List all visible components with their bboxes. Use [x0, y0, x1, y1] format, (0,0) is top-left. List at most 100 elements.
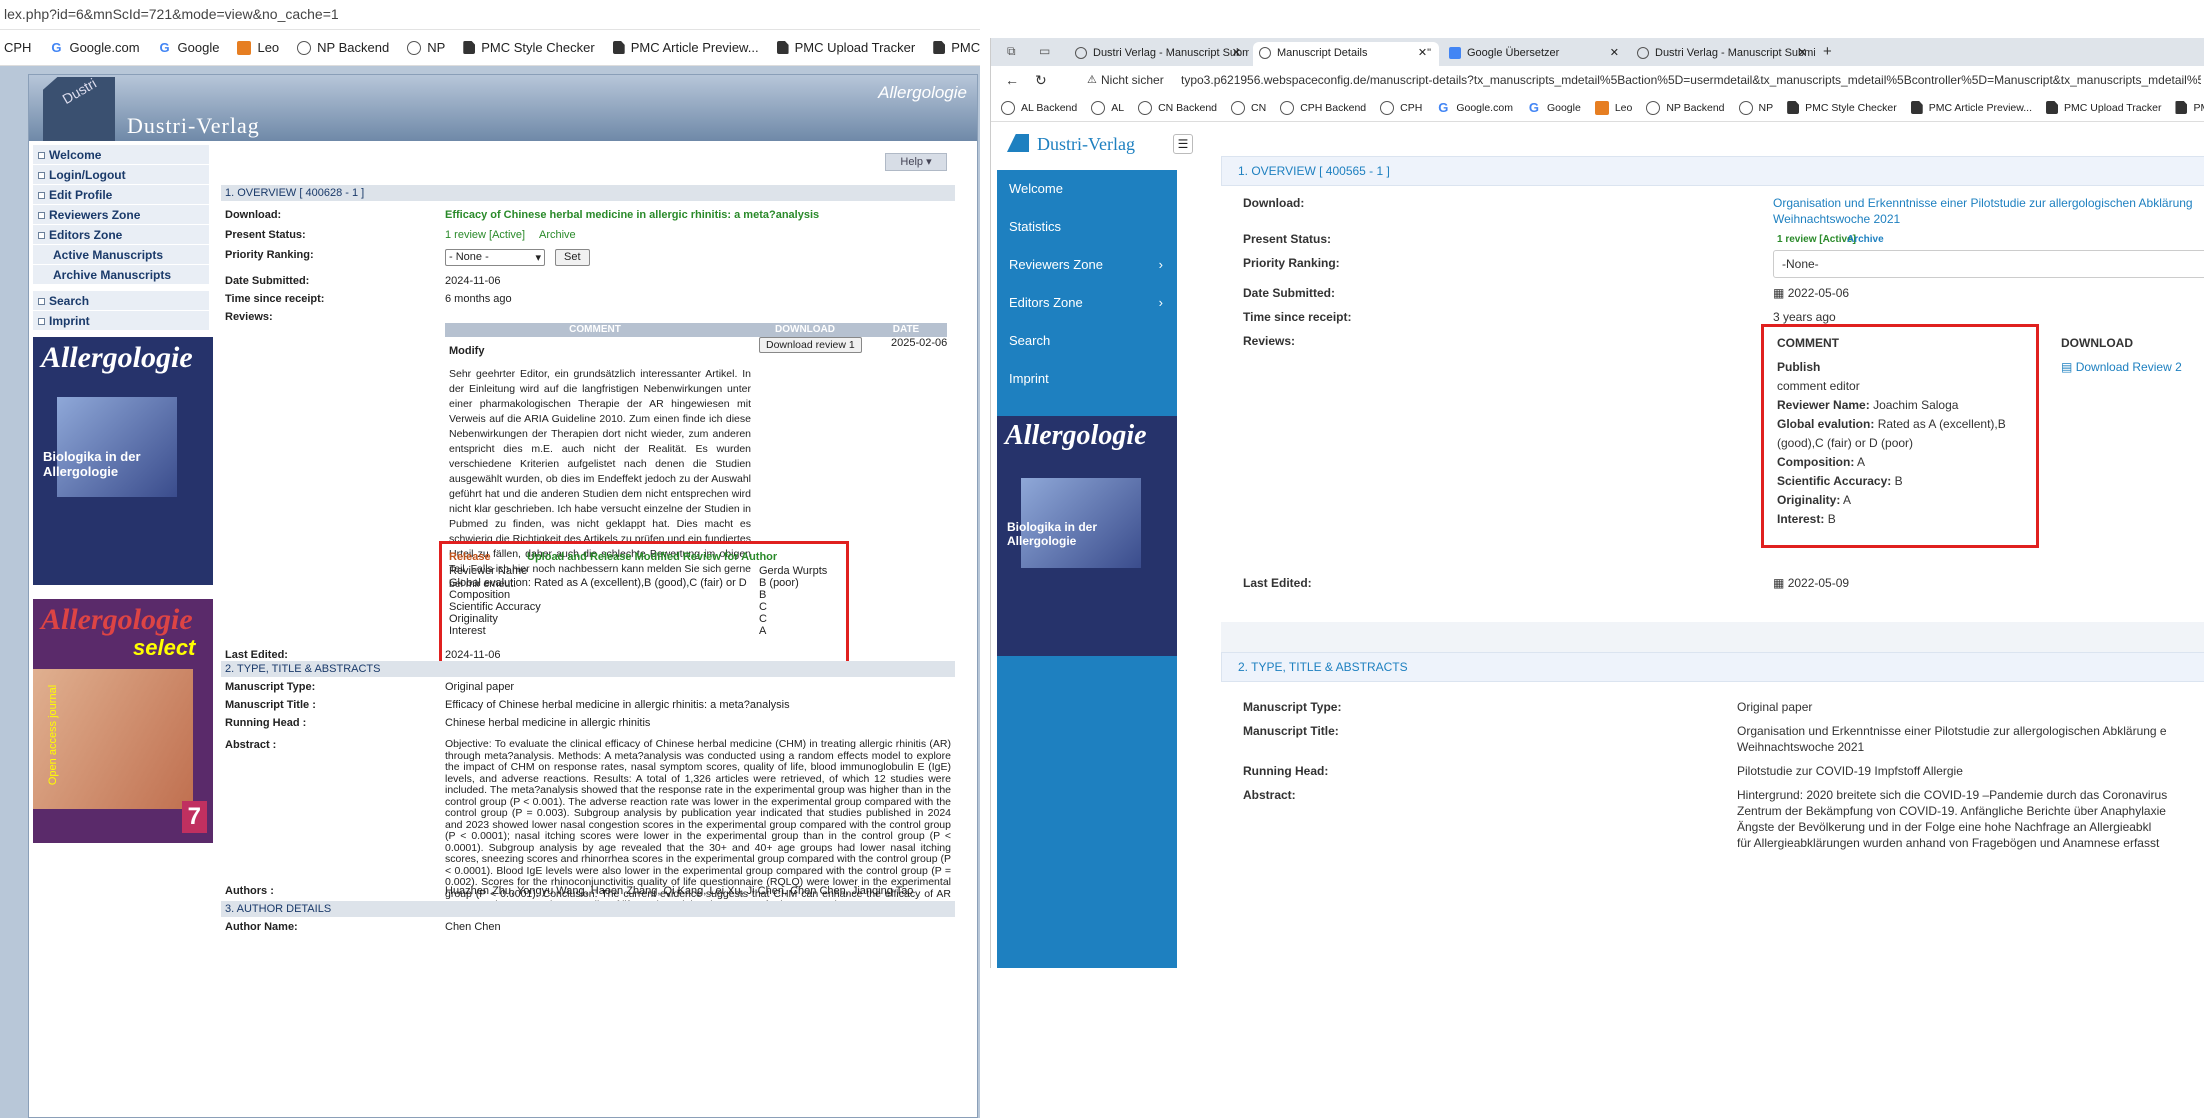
close-icon[interactable]: ✕: [1798, 42, 1807, 64]
bookmark-pmc-article[interactable]: PMC Article Preview...: [612, 40, 759, 55]
bookmark-leo[interactable]: Leo: [237, 40, 279, 55]
manuscript-download-link-2[interactable]: Weihnachtswoche 2021: [1773, 212, 1900, 226]
last-edited-label: Last Edited:: [1243, 576, 1312, 590]
abstract-line-4: für Allergieabklärungen wurden anhand vo…: [1737, 836, 2160, 850]
back-arrow-icon[interactable]: ←: [1005, 72, 1019, 88]
menu-toggle-icon[interactable]: ☰: [1173, 134, 1193, 154]
nav-imprint[interactable]: Imprint: [33, 311, 209, 331]
overview-panel: Download: Organisation und Erkenntnisse …: [1221, 186, 2204, 562]
status-archive-link[interactable]: Archive: [1847, 234, 1884, 245]
nav-welcome[interactable]: Welcome: [33, 145, 209, 165]
tab-actions-icon[interactable]: ⧉: [1007, 44, 1016, 59]
tab-google-translate[interactable]: Google Übersetzer ✕: [1443, 42, 1627, 66]
tab-dustri-1[interactable]: Dustri Verlag - Manuscript Submi... ✕: [1069, 42, 1249, 66]
running-head-value: Pilotstudie zur COVID-19 Impfstoff Aller…: [1737, 764, 1963, 778]
reviewer-name: Reviewer Name: Joachim Saloga: [1777, 398, 1959, 412]
not-secure-label[interactable]: Nicht sicher: [1101, 73, 1164, 87]
reload-icon[interactable]: ↻: [1035, 72, 1047, 89]
address-bar[interactable]: typo3.p621956.webspaceconfig.de/manuscri…: [1181, 73, 2201, 87]
status-active-link[interactable]: 1 review [Active]: [445, 229, 525, 241]
upload-release-link[interactable]: Upload and Release Modified Review for A…: [527, 551, 777, 563]
bookmark-cph[interactable]: CPH: [1380, 100, 1422, 115]
brand-name[interactable]: Dustri-Verlag: [1037, 134, 1135, 155]
eval-interest-label: Interest: [449, 625, 486, 637]
priority-select[interactable]: - None - ▾: [445, 249, 545, 266]
release-link[interactable]: Release: [449, 551, 491, 563]
close-icon[interactable]: ✕": [1418, 42, 1431, 64]
bookmark-pmc-style[interactable]: PMC Style Checker: [1787, 101, 1897, 114]
journal-cover-allergologie-select[interactable]: Allergologie select Open access journal …: [33, 599, 213, 843]
bookmark-google-com[interactable]: G Google.com: [49, 40, 139, 55]
bookmark-pmc-publisher[interactable]: PMC Publisher P: [933, 40, 980, 55]
download-review-button[interactable]: Download review 1: [759, 337, 862, 353]
tab-search-icon[interactable]: ▭: [1039, 44, 1050, 58]
close-icon[interactable]: ✕: [1232, 42, 1241, 64]
sidebar-item-statistics[interactable]: Statistics: [997, 208, 1177, 246]
sidebar-item-welcome[interactable]: Welcome: [997, 170, 1177, 208]
time-since-value: 3 years ago: [1773, 310, 1836, 324]
nav-search[interactable]: Search: [33, 291, 209, 311]
nav-editors-zone[interactable]: Editors Zone: [33, 225, 209, 245]
tab-manuscript-details[interactable]: Manuscript Details ✕": [1253, 42, 1439, 66]
bookmark-al[interactable]: AL: [1091, 100, 1124, 115]
journal-cover-allergologie[interactable]: Allergologie Biologika in der Allergolog…: [33, 337, 213, 585]
manuscript-title-label: Manuscript Title:: [1243, 724, 1339, 738]
bookmark-al-backend[interactable]: AL Backend: [1001, 100, 1077, 115]
tab-dustri-2[interactable]: Dustri Verlag - Manuscript Submi... ✕: [1631, 42, 1815, 66]
cover-image: [57, 397, 177, 497]
manuscript-type-label: Manuscript Type:: [225, 681, 316, 693]
nav-archive-manuscripts[interactable]: Archive Manuscripts: [33, 265, 209, 285]
file-icon: ▤: [2061, 360, 2073, 374]
download-review-link[interactable]: ▤ Download Review 2: [2061, 360, 2182, 374]
nav-login-logout[interactable]: Login/Logout: [33, 165, 209, 185]
bookmark-cn[interactable]: CN: [1231, 100, 1266, 115]
author-name-label: Author Name:: [225, 921, 298, 933]
bookmark-np[interactable]: NP: [407, 40, 445, 55]
bookmarks-bar: AL Backend AL CN Backend CN CPH Backend …: [991, 94, 2204, 122]
manuscript-type-value: Original paper: [1737, 700, 1813, 714]
nav-reviewers-zone[interactable]: Reviewers Zone: [33, 205, 209, 225]
date-submitted-label: Date Submitted:: [225, 275, 310, 287]
bookmark-cn-backend[interactable]: CN Backend: [1138, 100, 1217, 115]
sidebar-item-reviewers-zone[interactable]: Reviewers Zone ›: [997, 246, 1177, 284]
cover-title: Allergologie: [1005, 420, 1147, 451]
bookmark-pmc-upload[interactable]: PMC Upload Tracker: [2046, 101, 2161, 114]
dustri-logo-icon[interactable]: [1007, 134, 1029, 152]
status-active-link[interactable]: 1 review [Active]: [1777, 234, 1856, 245]
journal-cover[interactable]: Allergologie Biologika in der Allergolog…: [997, 416, 1177, 656]
sidebar-item-search[interactable]: Search: [997, 322, 1177, 360]
nav-active-manuscripts[interactable]: Active Manuscripts: [33, 245, 209, 265]
bookmark-google[interactable]: G Google: [158, 40, 219, 55]
priority-select[interactable]: -None-: [1773, 250, 2204, 278]
sidebar-item-editors-zone[interactable]: Editors Zone ›: [997, 284, 1177, 322]
set-button[interactable]: Set: [555, 249, 590, 266]
manuscript-download-link[interactable]: Organisation und Erkenntnisse einer Pilo…: [1773, 196, 2193, 210]
close-icon[interactable]: ✕: [1610, 42, 1619, 64]
address-bar[interactable]: lex.php?id=6&mnScId=721&mode=view&no_cac…: [0, 0, 980, 30]
bookmark-pmc-article[interactable]: PMC Article Preview...: [1910, 101, 2032, 114]
bookmark-np-backend[interactable]: NP Backend: [1646, 100, 1725, 115]
warning-icon[interactable]: ⚠: [1087, 73, 1097, 86]
status-archive-link[interactable]: Archive: [539, 229, 576, 241]
bookmark-google[interactable]: G Google: [1527, 100, 1581, 115]
bookmark-np[interactable]: NP: [1738, 100, 1773, 115]
bookmark-cph[interactable]: CPH: [4, 40, 31, 55]
abstract-line-3: Ängste der Bevölkerung und in der Folge …: [1737, 820, 2152, 834]
bookmark-pmc-style[interactable]: PMC Style Checker: [463, 40, 595, 55]
bookmark-pmc-publisher[interactable]: PMC Publisher Port...: [2175, 101, 2204, 114]
google-icon: G: [51, 39, 62, 55]
bookmark-leo[interactable]: Leo: [1594, 100, 1632, 115]
new-tab-button[interactable]: +: [1823, 43, 1832, 60]
bookmark-cph-backend[interactable]: CPH Backend: [1280, 100, 1366, 115]
composition: Composition: A: [1777, 455, 1866, 469]
sidebar-item-imprint[interactable]: Imprint: [997, 360, 1177, 398]
dustri-logo[interactable]: Dustri: [43, 77, 115, 141]
globe-icon: [1001, 100, 1015, 115]
help-button[interactable]: Help ▾: [885, 153, 947, 171]
bookmark-pmc-upload[interactable]: PMC Upload Tracker: [776, 40, 915, 55]
nav-edit-profile[interactable]: Edit Profile: [33, 185, 209, 205]
bookmark-np-backend[interactable]: NP Backend: [297, 40, 389, 55]
manuscript-download-link[interactable]: Efficacy of Chinese herbal medicine in a…: [445, 209, 819, 221]
bookmark-google-com[interactable]: G Google.com: [1436, 100, 1513, 115]
translate-icon: [1449, 47, 1461, 59]
